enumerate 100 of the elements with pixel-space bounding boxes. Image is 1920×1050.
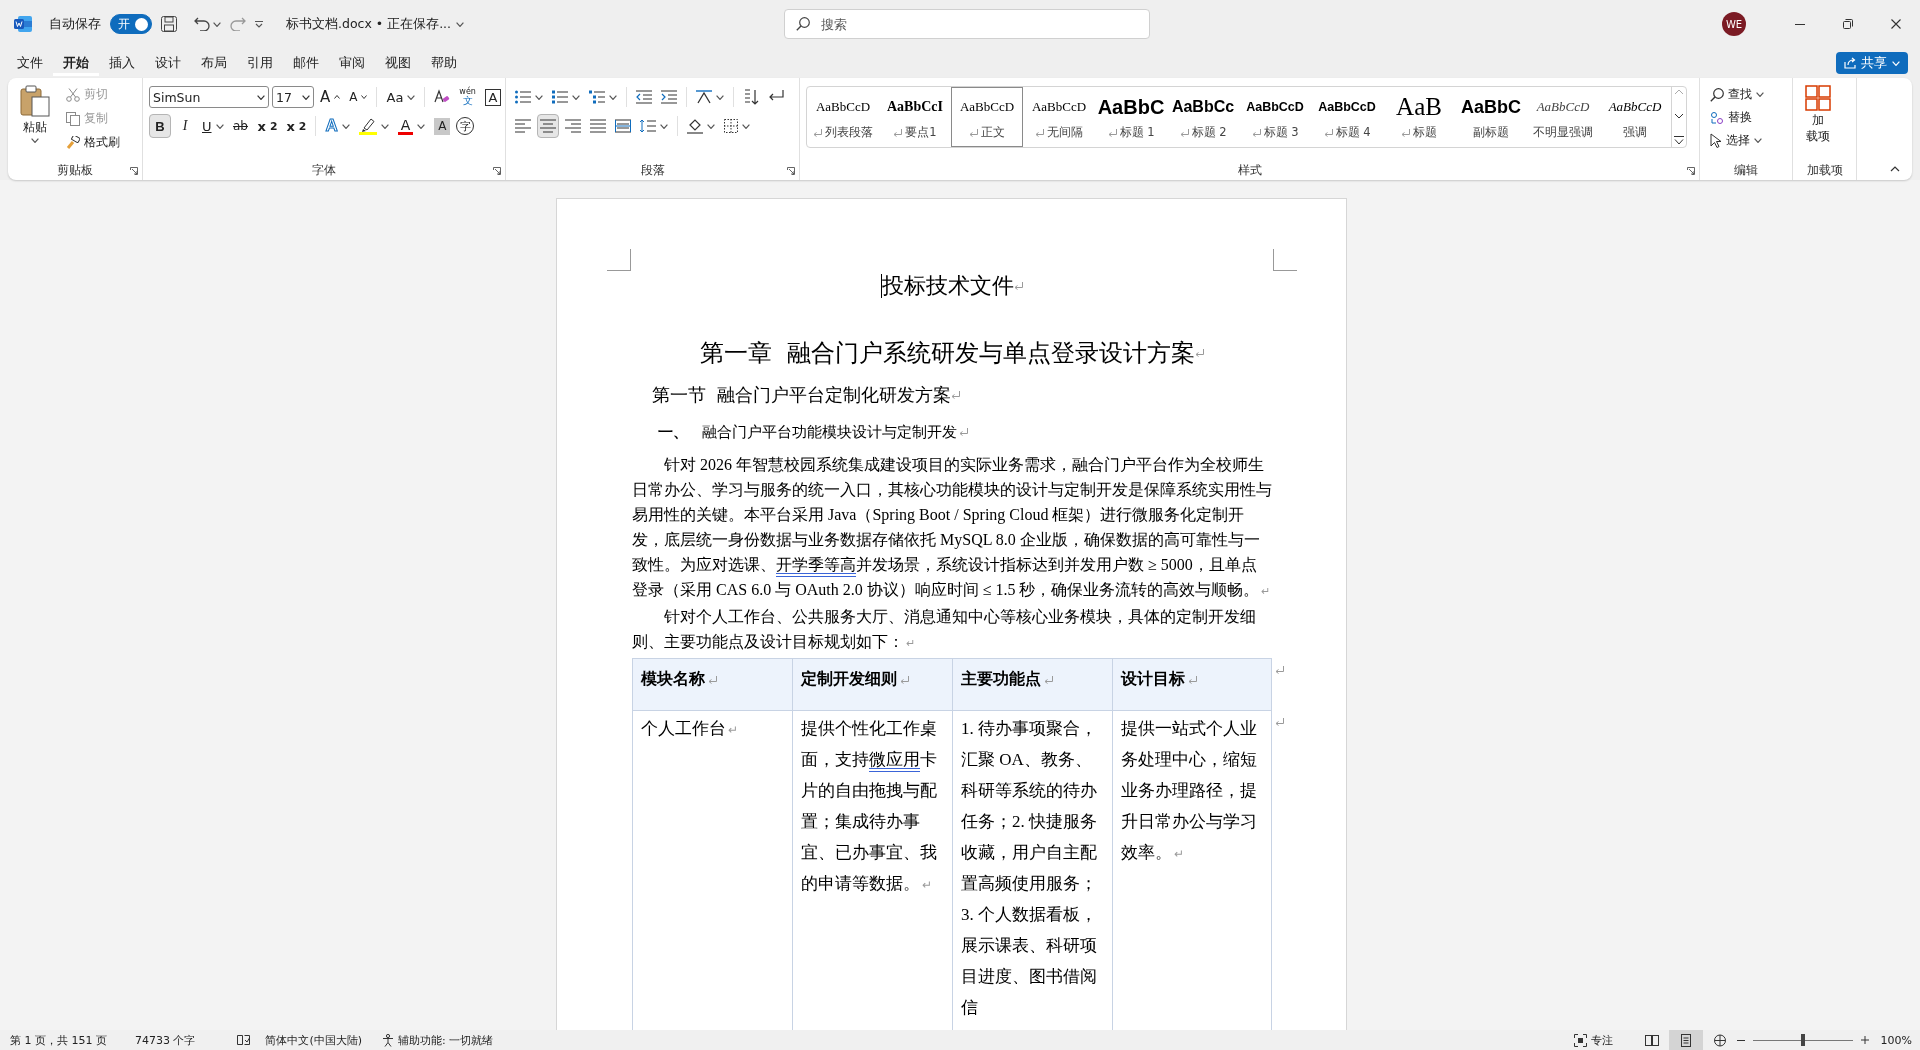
minimize-icon[interactable] xyxy=(1795,23,1805,25)
font-color-button[interactable]: A xyxy=(394,114,429,138)
font-name-field[interactable]: SimSun xyxy=(149,86,269,108)
dialog-launcher-icon[interactable] xyxy=(1687,167,1695,175)
more-icon[interactable] xyxy=(1674,136,1684,145)
style-item[interactable]: AaBbCcD 强调 xyxy=(1599,87,1671,147)
style-preview: AaBbCcD xyxy=(815,98,871,116)
menu-tab[interactable]: 帮助 xyxy=(421,50,467,76)
user-avatar[interactable]: WE xyxy=(1722,12,1746,36)
character-shading-button[interactable]: A xyxy=(434,117,451,135)
decrease-indent-icon xyxy=(636,90,652,104)
style-preview: AaBbCc xyxy=(1171,97,1235,117)
style-name: 标题 2 xyxy=(1191,125,1227,140)
style-item[interactable]: AaBbCcD 正文 xyxy=(951,87,1023,147)
search-icon[interactable] xyxy=(796,17,810,31)
caret-icon xyxy=(215,123,224,129)
close-icon[interactable] xyxy=(1891,19,1901,29)
style-item[interactable]: AaBbC 副标题 xyxy=(1455,87,1527,147)
phonetic-guide-button[interactable]: wén 文 xyxy=(456,85,479,109)
menu-tab[interactable]: 审阅 xyxy=(329,50,375,76)
strike-button[interactable]: ab xyxy=(229,114,252,138)
style-preview: AaBbCcD xyxy=(1318,99,1376,116)
caret-up-icon xyxy=(334,95,341,99)
caret-icon xyxy=(1754,138,1762,143)
autosave-toggle[interactable]: 开 xyxy=(110,14,152,34)
restore-icon[interactable] xyxy=(1843,19,1853,29)
collapse-ribbon-icon[interactable] xyxy=(1890,166,1900,172)
customize-toolbar-icon[interactable] xyxy=(255,20,263,28)
menu-tab[interactable]: 布局 xyxy=(191,50,237,76)
style-item[interactable]: AaBbCcD 标题 4 xyxy=(1311,87,1383,147)
focus-icon[interactable] xyxy=(1573,1033,1587,1047)
page-icon xyxy=(1678,1033,1693,1047)
copy-icon xyxy=(66,111,80,126)
zoom-slider[interactable] xyxy=(1752,1034,1853,1046)
find-button[interactable]: 查找 xyxy=(1706,84,1768,105)
caret-icon xyxy=(707,123,715,129)
grow-font-button[interactable]: A xyxy=(317,85,344,109)
format-painter-button[interactable]: 格式刷 xyxy=(62,132,124,153)
menu-tab[interactable]: 文件 xyxy=(7,50,53,76)
zoom-slider-thumb[interactable] xyxy=(1800,1034,1805,1046)
accessibility-status[interactable]: 辅助功能: 一切就绪 xyxy=(398,1032,494,1048)
style-item[interactable]: AaBbCc 标题 2 xyxy=(1167,87,1239,147)
caret-icon xyxy=(31,138,39,143)
menu-tab[interactable]: 视图 xyxy=(375,50,421,76)
italic-button[interactable]: I xyxy=(174,114,196,138)
font-size-field[interactable]: 17 xyxy=(272,86,314,108)
style-item[interactable]: AaBbC 标题 1 xyxy=(1095,87,1167,147)
align-center-button[interactable] xyxy=(537,114,559,138)
caret-icon xyxy=(1892,60,1900,66)
underline-button[interactable]: U xyxy=(199,114,227,138)
zoom-in-icon[interactable] xyxy=(1860,1036,1869,1044)
search-field[interactable]: 搜索 xyxy=(784,9,1150,39)
view-button[interactable] xyxy=(1668,1030,1703,1050)
change-case-button[interactable]: Aa xyxy=(383,85,419,109)
save-icon[interactable] xyxy=(161,16,177,32)
undo-icon[interactable] xyxy=(194,17,210,31)
paste-button[interactable]: 粘贴 xyxy=(14,84,56,160)
chapter-heading: 第一章 融合门户系统研发与单点登录设计方案 xyxy=(699,338,1196,369)
share-button[interactable]: 共享 xyxy=(1836,52,1908,74)
add-ins-button[interactable]: 加 载项 xyxy=(1799,84,1837,160)
page-count[interactable]: 第 1 页，共 151 页 xyxy=(10,1032,107,1048)
menu-tab[interactable]: 引用 xyxy=(237,50,283,76)
menu-tab[interactable]: 插入 xyxy=(99,50,145,76)
select-button[interactable]: 选择 xyxy=(1706,130,1768,151)
style-name: 正文 xyxy=(981,125,1005,140)
style-item[interactable]: AaB 标题 xyxy=(1383,87,1455,147)
align-center-icon xyxy=(540,119,556,133)
style-item[interactable]: AaBbCcD 列表段落 xyxy=(807,87,879,147)
zoom-percent[interactable]: 100% xyxy=(1880,1033,1912,1047)
group-label: 编辑 xyxy=(1734,162,1758,178)
style-item[interactable]: AaBbCcI 要点1 xyxy=(879,87,951,147)
dialog-launcher-icon[interactable] xyxy=(130,167,138,175)
style-item[interactable]: AaBbCcD 标题 3 xyxy=(1239,87,1311,147)
accessibility-icon[interactable] xyxy=(382,1033,395,1047)
menu-tab[interactable]: 设计 xyxy=(145,50,191,76)
document-title[interactable]: 标书文档.docx • 正在保存... xyxy=(286,15,452,33)
scroll-down-icon[interactable] xyxy=(1674,112,1684,119)
focus-mode-label[interactable]: 专注 xyxy=(1590,1032,1613,1048)
style-item[interactable]: AaBbCcD 无间隔 xyxy=(1023,87,1095,147)
style-name: 无间隔 xyxy=(1047,125,1083,140)
menu-tab[interactable]: 邮件 xyxy=(283,50,329,76)
numbered-list-icon xyxy=(552,90,568,104)
style-preview: AaBbCcD xyxy=(959,98,1015,116)
replace-button[interactable]: 替换 xyxy=(1706,107,1768,128)
caret-icon xyxy=(302,94,310,100)
document-title-heading: 投标技术文件 xyxy=(882,272,1014,300)
bold-button[interactable]: B xyxy=(149,114,171,138)
share-icon xyxy=(1844,57,1856,69)
character-border-button[interactable]: A xyxy=(484,88,501,106)
language-status[interactable]: 简体中文(中国大陆) xyxy=(265,1032,363,1048)
style-preview: AaBbC xyxy=(1097,94,1165,120)
dialog-launcher-icon[interactable] xyxy=(787,167,795,175)
shrink-font-button[interactable]: A xyxy=(346,85,371,109)
style-item[interactable]: AaBbCcD 不明显强调 xyxy=(1527,87,1599,147)
proofing-icon[interactable] xyxy=(237,1034,251,1046)
pointer-icon xyxy=(1710,133,1722,148)
word-count[interactable]: 74733 个字 xyxy=(135,1032,196,1048)
dialog-launcher-icon[interactable] xyxy=(493,167,501,175)
style-name: 强调 xyxy=(1623,125,1647,140)
style-name: 标题 4 xyxy=(1335,125,1371,140)
